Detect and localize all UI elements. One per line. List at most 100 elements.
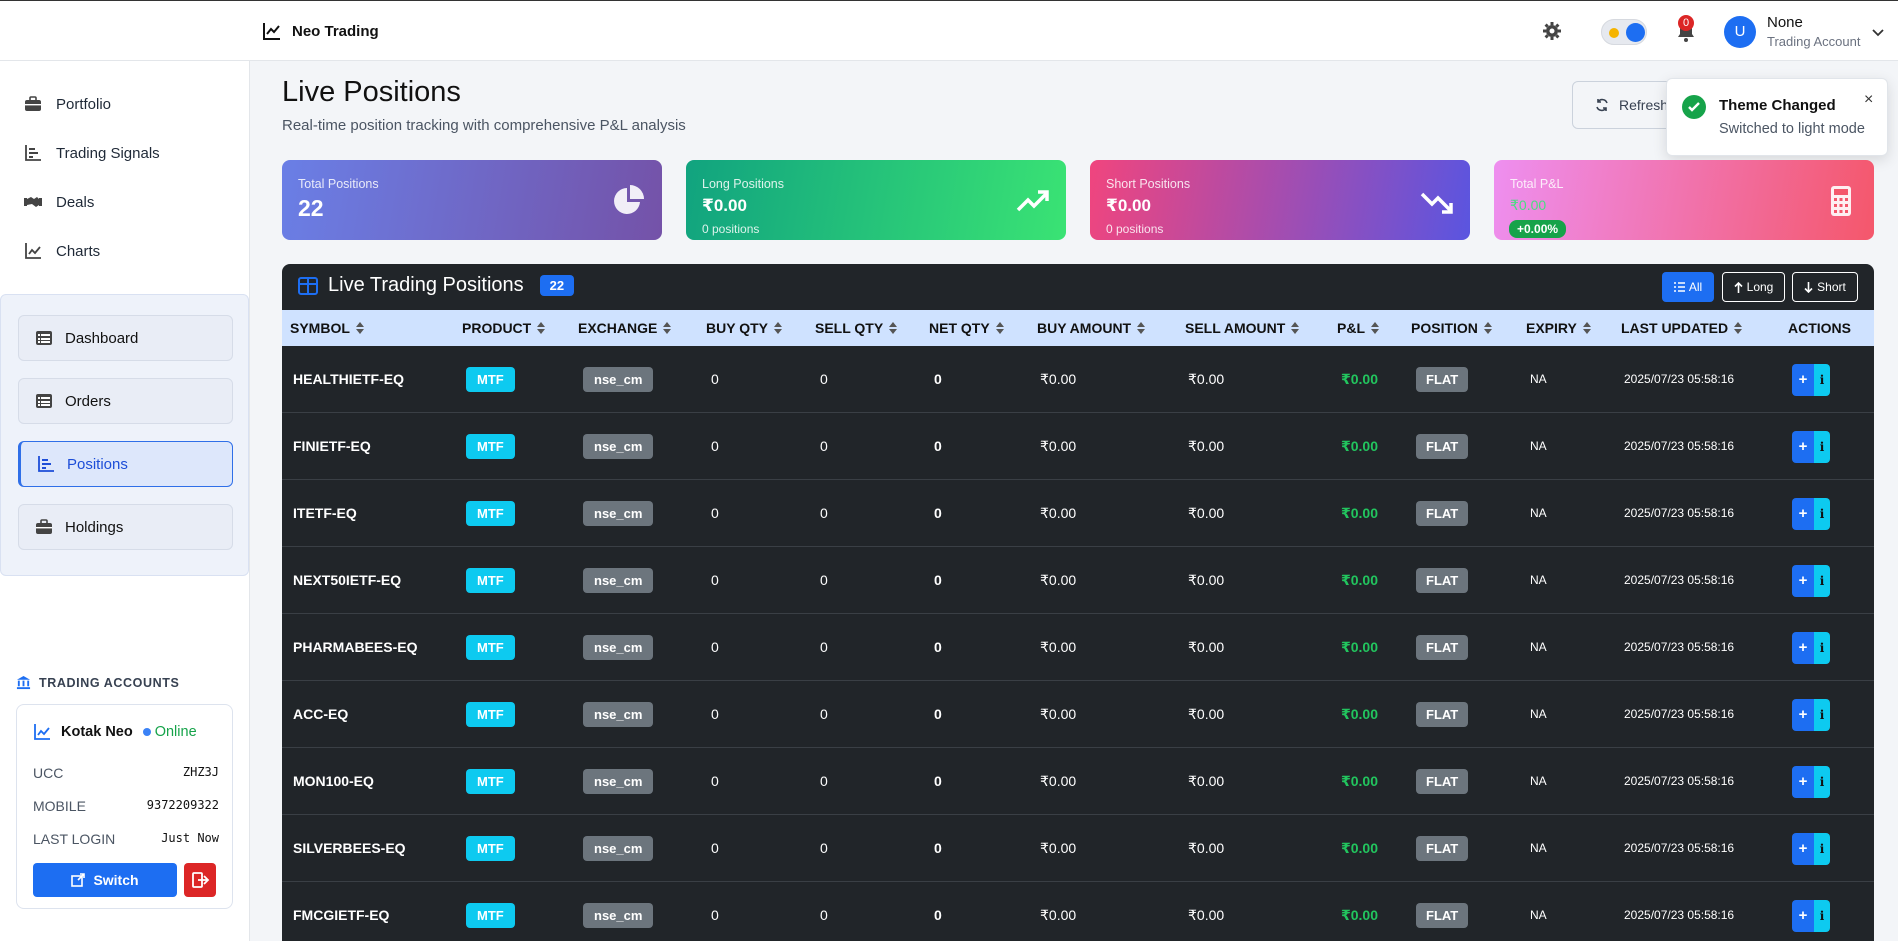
pnl-cell: ₹0.00 xyxy=(1341,906,1378,923)
avatar[interactable]: U xyxy=(1724,16,1756,48)
exchange-badge: nse_cm xyxy=(583,500,654,526)
info-button[interactable]: i xyxy=(1814,833,1830,865)
add-button[interactable]: + xyxy=(1792,766,1814,798)
pnl-cell: ₹0.00 xyxy=(1341,437,1378,454)
switch-account-button[interactable]: Switch xyxy=(33,863,177,897)
sort-icon xyxy=(995,321,1004,335)
net-qty-cell: 0 xyxy=(934,505,942,521)
net-qty-cell: 0 xyxy=(934,438,942,454)
add-button[interactable]: + xyxy=(1792,431,1814,463)
info-button[interactable]: i xyxy=(1814,766,1830,798)
column-header[interactable]: P&L xyxy=(1337,310,1379,346)
position-badge: FLAT xyxy=(1416,835,1469,861)
info-button[interactable]: i xyxy=(1814,431,1830,463)
table-row[interactable]: FINIETF-EQ MTF nse_cm 0 0 0 ₹0.00 ₹0.00 ₹0.00 FLA… xyxy=(282,413,1874,480)
position-cell: FLAT xyxy=(1416,681,1469,747)
add-button[interactable]: + xyxy=(1792,498,1814,530)
last-updated-cell: 2025/07/23 05:58:16 xyxy=(1624,573,1735,587)
table-row[interactable]: HEALTHIETF-EQ MTF nse_cm 0 0 0 ₹0.00 ₹0.00 ₹0.00… xyxy=(282,346,1874,413)
product-cell: MTF xyxy=(466,882,515,941)
expiry-cell: NA xyxy=(1530,506,1547,520)
external-link-icon xyxy=(71,873,86,887)
brand[interactable]: Neo Trading xyxy=(262,21,379,41)
info-button[interactable]: i xyxy=(1814,632,1830,664)
add-button[interactable]: + xyxy=(1792,364,1814,396)
sell-qty-cell: 0 xyxy=(820,572,828,588)
sidebar-item-holdings[interactable]: Holdings xyxy=(18,504,233,550)
column-header[interactable]: POSITION xyxy=(1411,310,1492,346)
table-row[interactable]: ACC-EQ MTF nse_cm 0 0 0 ₹0.00 ₹0.00 ₹0.00 FLAT NA 2… xyxy=(282,681,1874,748)
info-button[interactable]: i xyxy=(1814,565,1830,597)
column-header[interactable]: SELL QTY xyxy=(815,310,898,346)
expiry-cell: NA xyxy=(1530,841,1547,855)
table-row[interactable]: MON100-EQ MTF nse_cm 0 0 0 ₹0.00 ₹0.00 ₹0.00 FLAT… xyxy=(282,748,1874,815)
table-row[interactable]: ITETF-EQ MTF nse_cm 0 0 0 ₹0.00 ₹0.00 ₹0.00 FLAT N… xyxy=(282,480,1874,547)
column-header[interactable]: BUY AMOUNT xyxy=(1037,310,1146,346)
table-row[interactable]: NEXT50IETF-EQ MTF nse_cm 0 0 0 ₹0.00 ₹0.00 ₹0.00… xyxy=(282,547,1874,614)
sell-amount-cell: ₹0.00 xyxy=(1188,370,1225,387)
table-row[interactable]: PHARMABEES-EQ MTF nse_cm 0 0 0 ₹0.00 ₹0.00 ₹0.00… xyxy=(282,614,1874,681)
column-header[interactable]: BUY QTY xyxy=(706,310,782,346)
column-header[interactable]: EXCHANGE xyxy=(578,310,672,346)
logout-button[interactable] xyxy=(184,863,216,897)
sort-icon xyxy=(537,321,546,335)
chevron-down-icon[interactable] xyxy=(1871,25,1885,39)
info-button[interactable]: i xyxy=(1814,498,1830,530)
list-icon xyxy=(1673,282,1685,292)
info-button[interactable]: i xyxy=(1814,699,1830,731)
sidebar-item-charts[interactable]: Charts xyxy=(24,236,100,266)
position-badge: FLAT xyxy=(1416,567,1469,593)
list-icon xyxy=(36,331,52,345)
column-header[interactable]: SYMBOL xyxy=(290,310,364,346)
sidebar-item-label: Trading Signals xyxy=(56,144,160,162)
net-qty-cell: 0 xyxy=(934,639,942,655)
sell-amount-cell: ₹0.00 xyxy=(1188,772,1225,789)
net-qty-cell: 0 xyxy=(934,907,942,923)
exchange-badge: nse_cm xyxy=(583,701,654,727)
add-button[interactable]: + xyxy=(1792,833,1814,865)
add-button[interactable]: + xyxy=(1792,699,1814,731)
positions-table-card: Live Trading Positions 22 All Long Short… xyxy=(282,264,1874,941)
sun-icon xyxy=(1609,28,1619,38)
position-badge: FLAT xyxy=(1416,902,1469,928)
filter-short-button[interactable]: Short xyxy=(1792,272,1858,302)
close-icon[interactable]: × xyxy=(1864,91,1873,109)
net-qty-cell: 0 xyxy=(934,773,942,789)
toast-message: Switched to light mode xyxy=(1719,121,1865,137)
theme-toggle[interactable] xyxy=(1601,19,1647,45)
last-login-value: Just Now xyxy=(161,831,219,845)
buy-amount-cell: ₹0.00 xyxy=(1040,437,1077,454)
filter-all-button[interactable]: All xyxy=(1662,272,1714,302)
add-button[interactable]: + xyxy=(1792,565,1814,597)
sidebar-item-deals[interactable]: Deals xyxy=(24,187,94,217)
filter-long-button[interactable]: Long xyxy=(1722,272,1785,302)
info-button[interactable]: i xyxy=(1814,900,1830,932)
position-cell: FLAT xyxy=(1416,815,1469,881)
sidebar-item-dashboard[interactable]: Dashboard xyxy=(18,315,233,361)
add-button[interactable]: + xyxy=(1792,632,1814,664)
table-row[interactable]: FMCGIETF-EQ MTF nse_cm 0 0 0 ₹0.00 ₹0.00 ₹0.00 FL… xyxy=(282,882,1874,941)
gear-icon[interactable] xyxy=(1542,21,1562,41)
sidebar-item-portfolio[interactable]: Portfolio xyxy=(24,89,111,119)
user-name[interactable]: None xyxy=(1767,14,1803,31)
column-header[interactable]: SELL AMOUNT xyxy=(1185,310,1300,346)
column-header[interactable]: LAST UPDATED xyxy=(1621,310,1743,346)
sort-icon xyxy=(1371,321,1379,335)
buy-qty-cell: 0 xyxy=(711,371,719,387)
info-button[interactable]: i xyxy=(1814,364,1830,396)
table-row[interactable]: SILVERBEES-EQ MTF nse_cm 0 0 0 ₹0.00 ₹0.00 ₹0.00… xyxy=(282,815,1874,882)
net-qty-cell: 0 xyxy=(934,572,942,588)
pnl-cell: ₹0.00 xyxy=(1341,638,1378,655)
bar-chart-icon xyxy=(38,456,54,472)
add-button[interactable]: + xyxy=(1792,900,1814,932)
column-header[interactable]: NET QTY xyxy=(929,310,1004,346)
sell-amount-cell: ₹0.00 xyxy=(1188,571,1225,588)
sidebar-item-trading-signals[interactable]: Trading Signals xyxy=(24,138,160,168)
buy-amount-cell: ₹0.00 xyxy=(1040,571,1077,588)
sidebar-item-label: Dashboard xyxy=(65,329,139,347)
column-header[interactable]: PRODUCT xyxy=(462,310,546,346)
symbol-cell: FMCGIETF-EQ xyxy=(293,907,390,923)
column-header[interactable]: EXPIRY xyxy=(1526,310,1591,346)
sidebar-item-orders[interactable]: Orders xyxy=(18,378,233,424)
sidebar-item-positions[interactable]: Positions xyxy=(18,441,233,487)
